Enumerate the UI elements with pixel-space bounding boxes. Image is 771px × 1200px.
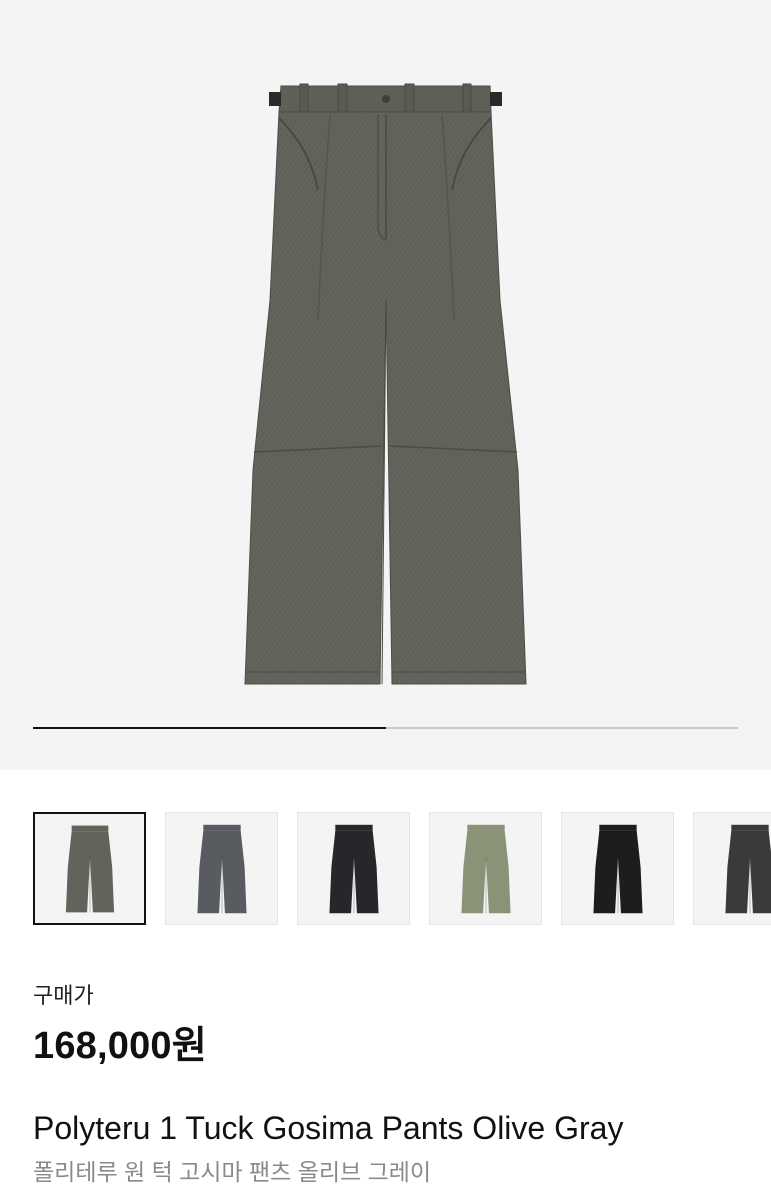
carousel-progress-track[interactable] [33, 727, 738, 729]
product-image-area[interactable] [0, 0, 771, 770]
pants-thumbnail-icon [725, 824, 771, 914]
product-name-ko: 폴리테루 원 턱 고시마 팬츠 올리브 그레이 [33, 1159, 432, 1185]
color-thumbnail[interactable] [297, 812, 410, 925]
color-thumbnail[interactable] [33, 812, 146, 925]
product-name-en: Polyteru 1 Tuck Gosima Pants Olive Gray [33, 1110, 624, 1146]
color-thumbnail[interactable] [693, 812, 771, 925]
color-thumbnail[interactable] [429, 812, 542, 925]
pants-thumbnail-icon [197, 824, 247, 914]
price-label: 구매가 [33, 983, 94, 1008]
pants-thumbnail-icon [593, 824, 643, 914]
pants-thumbnail-icon [329, 824, 379, 914]
color-thumbnail[interactable] [165, 812, 278, 925]
color-thumbnail[interactable] [561, 812, 674, 925]
color-thumbnail-list [33, 812, 771, 927]
price-value: 168,000원 [33, 1025, 207, 1067]
product-image [244, 83, 527, 685]
pants-thumbnail-icon [461, 824, 511, 914]
pants-thumbnail-icon [65, 825, 115, 913]
carousel-progress-fill [33, 727, 386, 729]
